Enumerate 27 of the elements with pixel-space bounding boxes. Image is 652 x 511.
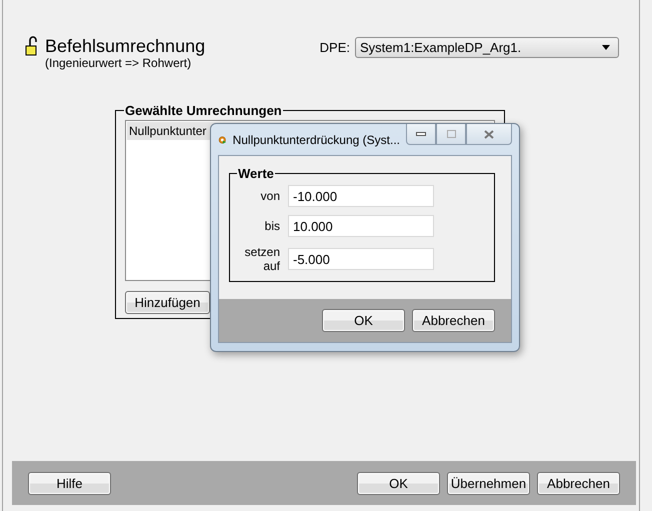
minimize-icon — [416, 132, 426, 136]
add-button[interactable]: Hinzufügen — [125, 291, 210, 314]
input-field[interactable]: 10.000 — [288, 215, 434, 237]
page-title: Befehlsumrechnung — [45, 36, 206, 56]
close-icon — [484, 130, 494, 138]
field-label: setzen auf — [244, 245, 280, 273]
page-subtitle: (Ingenieurwert => Rohwert) — [45, 56, 192, 70]
footer-button[interactable]: Übernehmen — [447, 472, 530, 494]
input-field[interactable]: -10.000 — [288, 185, 434, 207]
field-label: von — [260, 189, 280, 203]
maximize-icon — [446, 130, 456, 138]
input-field[interactable]: -5.000 — [288, 248, 434, 270]
help-button[interactable]: Hilfe — [28, 472, 111, 494]
padlock-icon — [25, 36, 39, 56]
close-button[interactable] — [466, 124, 512, 145]
minimize-button[interactable] — [406, 124, 436, 145]
dpe-label: DPE: — [320, 40, 350, 54]
footer-button[interactable]: OK — [357, 472, 440, 494]
footer-button[interactable]: Abbrechen — [537, 472, 620, 494]
dpe-dropdown[interactable]: System1:ExampleDP_Arg1. — [355, 36, 619, 58]
group-title: Gewählte Umrechnungen — [124, 103, 283, 118]
dropdown-arrow-icon — [602, 44, 610, 50]
dialog-button[interactable]: OK — [322, 309, 405, 332]
dialog-title: Nullpunktunterdrückung (Syst... — [232, 132, 400, 146]
field-label: bis — [264, 219, 280, 233]
dialog-button[interactable]: Abbrechen — [412, 309, 495, 332]
group-title: Werte — [237, 166, 275, 181]
